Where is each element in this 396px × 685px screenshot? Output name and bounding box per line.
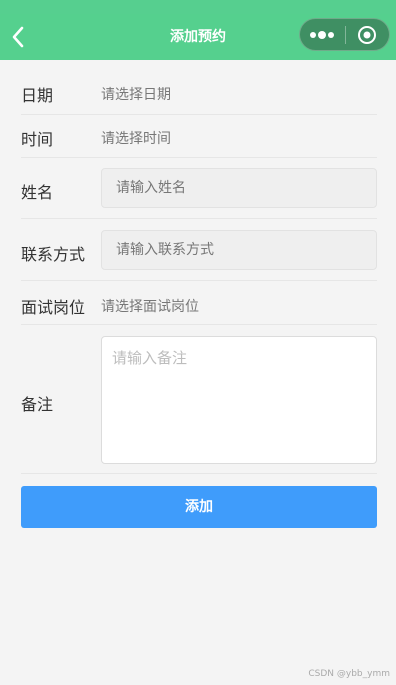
add-button[interactable]: 添加	[21, 486, 377, 528]
name-label: 姓名	[21, 183, 54, 202]
form-row-time: 时间 请选择时间	[21, 115, 377, 158]
status-bar	[0, 0, 396, 14]
mini-program-capsule	[299, 18, 390, 51]
date-picker[interactable]: 请选择日期	[101, 84, 171, 104]
time-picker[interactable]: 请选择时间	[101, 128, 171, 148]
form-row-remark: 备注	[21, 325, 377, 474]
contact-label: 联系方式	[21, 245, 86, 264]
watermark: CSDN @ybb_ymm	[308, 669, 390, 679]
close-button[interactable]	[345, 19, 389, 50]
form-row-date: 日期 请选择日期	[21, 60, 377, 115]
date-label: 日期	[21, 86, 54, 105]
time-label: 时间	[21, 130, 54, 149]
remark-label: 备注	[21, 395, 54, 414]
remark-textarea[interactable]	[101, 336, 377, 464]
contact-input[interactable]	[101, 230, 377, 270]
form-row-contact: 联系方式	[21, 219, 377, 281]
nav-bar: 添加预约	[0, 14, 396, 60]
position-label: 面试岗位	[21, 298, 86, 317]
form-row-name: 姓名	[21, 158, 377, 219]
more-button[interactable]	[300, 19, 345, 50]
form-row-position: 面试岗位 请选择面试岗位	[21, 281, 377, 325]
position-picker[interactable]: 请选择面试岗位	[101, 296, 199, 316]
target-close-icon	[358, 25, 377, 44]
name-input[interactable]	[101, 168, 377, 208]
more-dots-icon	[310, 30, 335, 39]
